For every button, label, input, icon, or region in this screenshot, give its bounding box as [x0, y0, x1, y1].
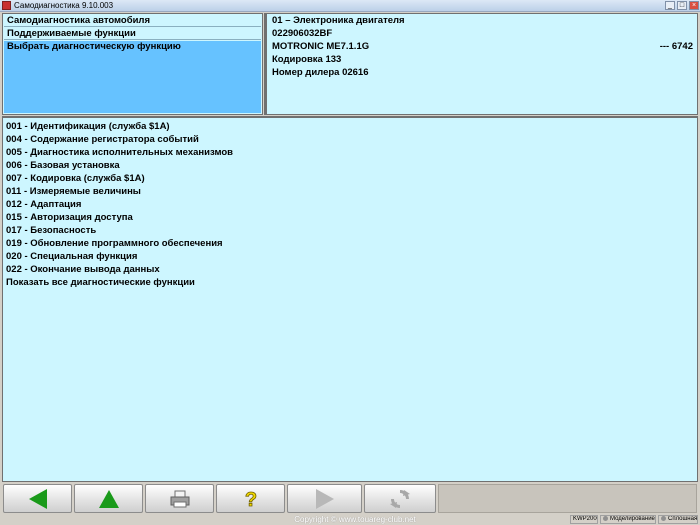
- arrow-left-icon: [28, 488, 47, 509]
- printer-icon: [170, 490, 189, 507]
- function-item-019[interactable]: 019 - Обновление программного обеспечени…: [6, 237, 223, 250]
- control-unit-name: 01 – Электроника двигателя: [272, 15, 405, 26]
- component-name: MOTRONIC ME7.1.1G: [272, 41, 370, 52]
- print-button[interactable]: [145, 484, 214, 513]
- help-button[interactable]: ?: [216, 484, 285, 513]
- function-item-006[interactable]: 006 - Базовая установка: [6, 159, 120, 172]
- close-button[interactable]: ×: [689, 1, 699, 10]
- function-item-001[interactable]: 001 - Идентификация (служба $1A): [6, 120, 170, 133]
- function-item-007[interactable]: 007 - Кодировка (служба $1A): [6, 172, 145, 185]
- title-bar: Самодиагностика 9.10.003 _ □ ×: [0, 0, 700, 12]
- help-icon: ?: [244, 488, 257, 510]
- function-item-show-all[interactable]: Показать все диагностические функции: [6, 276, 195, 289]
- copyright-watermark: Copyright © www.touareg-club.net: [294, 515, 416, 524]
- software-version: --- 6742: [659, 41, 693, 52]
- simulation-status: Моделирование: [600, 515, 656, 524]
- function-item-004[interactable]: 004 - Содержание регистратора событий: [6, 133, 199, 146]
- function-item-022[interactable]: 022 - Окончание вывода данных: [6, 263, 160, 276]
- function-item-012[interactable]: 012 - Адаптация: [6, 198, 81, 211]
- navigation-menu: Самодиагностика автомобиля Поддерживаемы…: [2, 13, 263, 115]
- refresh-button[interactable]: [364, 484, 436, 513]
- toolbar-empty-area: [438, 484, 697, 513]
- toolbar: ?: [0, 483, 700, 514]
- status-bar: Copyright © www.touareg-club.net KWP2000…: [0, 514, 700, 525]
- minimize-button[interactable]: _: [665, 1, 675, 10]
- status-indicator-icon: [661, 516, 666, 521]
- part-number: 022906032BF: [272, 28, 333, 39]
- connection-status: Сплошная: [658, 515, 698, 524]
- arrow-up-icon: [98, 489, 119, 508]
- function-list: 001 - Идентификация (служба $1A) 004 - С…: [2, 116, 698, 482]
- function-item-017[interactable]: 017 - Безопасность: [6, 224, 96, 237]
- connection-label: Сплошная: [668, 516, 698, 523]
- app-icon: [2, 1, 11, 10]
- function-item-005[interactable]: 005 - Диагностика исполнительных механиз…: [6, 146, 233, 159]
- svg-text:?: ?: [244, 489, 256, 510]
- dealer-number: Номер дилера 02616: [272, 67, 369, 78]
- function-item-020[interactable]: 020 - Специальная функция: [6, 250, 137, 263]
- function-item-015[interactable]: 015 - Авторизация доступа: [6, 211, 133, 224]
- back-button[interactable]: [3, 484, 72, 513]
- refresh-icon: [390, 489, 410, 508]
- window-title: Самодиагностика 9.10.003: [14, 1, 114, 10]
- menu-item-select-function[interactable]: Выбрать диагностическую функцию: [4, 41, 261, 113]
- arrow-right-icon: [315, 488, 334, 509]
- menu-item-self-diagnosis[interactable]: Самодиагностика автомобиля: [4, 15, 261, 27]
- forward-button[interactable]: [287, 484, 362, 513]
- simulation-label: Моделирование: [610, 516, 655, 523]
- coding-value: Кодировка 133: [272, 54, 342, 65]
- status-indicator-icon: [603, 516, 608, 521]
- maximize-button[interactable]: □: [677, 1, 687, 10]
- menu-item-supported-functions[interactable]: Поддерживаемые функции: [4, 28, 261, 40]
- function-item-011[interactable]: 011 - Измеряемые величины: [6, 185, 141, 198]
- control-unit-info: 01 – Электроника двигателя 022906032BF M…: [264, 13, 698, 115]
- protocol-status: KWP2000: [570, 515, 598, 524]
- up-button[interactable]: [74, 484, 143, 513]
